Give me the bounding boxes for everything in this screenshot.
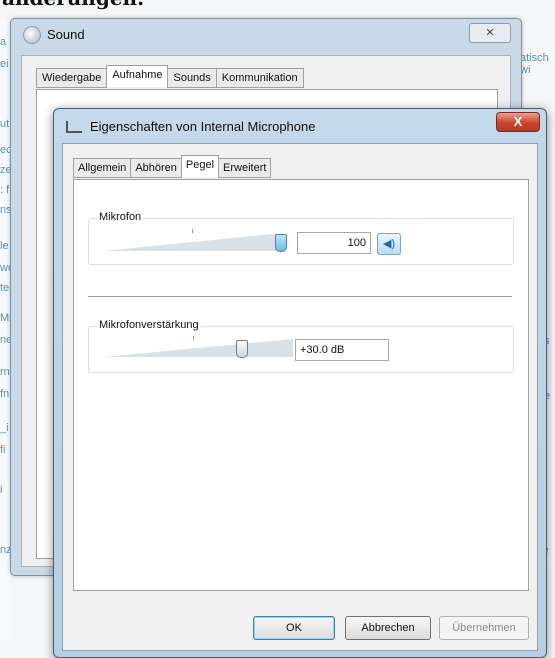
background-left-fragment: ut xyxy=(0,118,10,130)
background-left-fragment: a xyxy=(0,36,7,48)
sound-close-button[interactable]: ✕ xyxy=(469,23,511,43)
properties-body: Allgemein Abhören Pegel Erweitert Mikrof… xyxy=(62,143,538,651)
mikrofon-group: Mikrofon 100 ◀) xyxy=(88,211,514,265)
verstaerkung-value-field: +30.0 dB xyxy=(295,339,389,361)
speaker-mute-button[interactable]: ◀) xyxy=(377,233,401,255)
tab-abhoeren[interactable]: Abhören xyxy=(130,158,182,178)
sound-titlebar[interactable]: Sound ✕ xyxy=(11,19,521,49)
sound-tabs: Wiedergabe Aufnahme Sounds Kommunikation xyxy=(36,65,304,88)
ok-button[interactable]: OK xyxy=(253,616,335,640)
verstaerkung-slider-track[interactable] xyxy=(103,339,293,357)
verstaerkung-slider-tick xyxy=(193,336,194,340)
properties-dialog-title: Eigenschaften von Internal Microphone xyxy=(90,119,316,134)
sound-icon xyxy=(23,26,41,44)
speaker-icon: ◀) xyxy=(382,238,396,250)
background-left-fragment: ei xyxy=(0,58,9,70)
background-left-fragment: _i xyxy=(0,422,9,434)
cancel-button[interactable]: Abbrechen xyxy=(345,616,431,640)
background-left-fragment: : f xyxy=(0,184,10,196)
properties-tabs: Allgemein Abhören Pegel Erweitert xyxy=(73,155,272,178)
tab-wiedergabe[interactable]: Wiedergabe xyxy=(36,68,108,88)
tab-kommunikation[interactable]: Kommunikation xyxy=(215,68,304,88)
verstaerkung-label: Mikrofonverstärkung xyxy=(97,319,201,331)
background-heading: änderungen. xyxy=(2,0,144,10)
background-left-fragment: fn xyxy=(0,388,10,400)
sound-window-title: Sound xyxy=(47,27,85,42)
verstaerkung-slider-thumb[interactable] xyxy=(236,340,248,358)
properties-dialog: Eigenschaften von Internal Microphone X … xyxy=(53,108,547,658)
background-left-fragment: le xyxy=(0,240,9,252)
pegel-panel: Mikrofon 100 ◀) Mikrofonverstärkung +30.… xyxy=(73,179,529,591)
tab-erweitert[interactable]: Erweitert xyxy=(218,158,272,178)
microphone-icon xyxy=(66,121,82,133)
tab-aufnahme[interactable]: Aufnahme xyxy=(106,65,169,87)
background-left-fragment: rn xyxy=(0,366,10,378)
verstaerkung-group: Mikrofonverstärkung +30.0 dB xyxy=(88,319,514,373)
mikrofon-value-field[interactable]: 100 xyxy=(297,232,371,254)
mikrofon-slider-thumb[interactable] xyxy=(275,234,287,252)
mikrofon-label: Mikrofon xyxy=(97,211,144,223)
background-left-fragment: te xyxy=(0,282,10,294)
tab-pegel[interactable]: Pegel xyxy=(180,155,220,177)
separator-line xyxy=(88,296,512,297)
mikrofon-slider-track[interactable] xyxy=(103,233,283,251)
background-left-fragment: i xyxy=(0,484,3,496)
apply-button[interactable]: Übernehmen xyxy=(439,616,529,640)
background-right-fragment: atisch wi xyxy=(520,52,549,76)
tab-allgemein[interactable]: Allgemein xyxy=(73,158,132,178)
background-left-fragment: fi xyxy=(0,444,6,456)
mikrofon-slider-tick xyxy=(192,229,193,233)
properties-close-button[interactable]: X xyxy=(496,112,540,132)
tab-sounds[interactable]: Sounds xyxy=(167,68,217,88)
